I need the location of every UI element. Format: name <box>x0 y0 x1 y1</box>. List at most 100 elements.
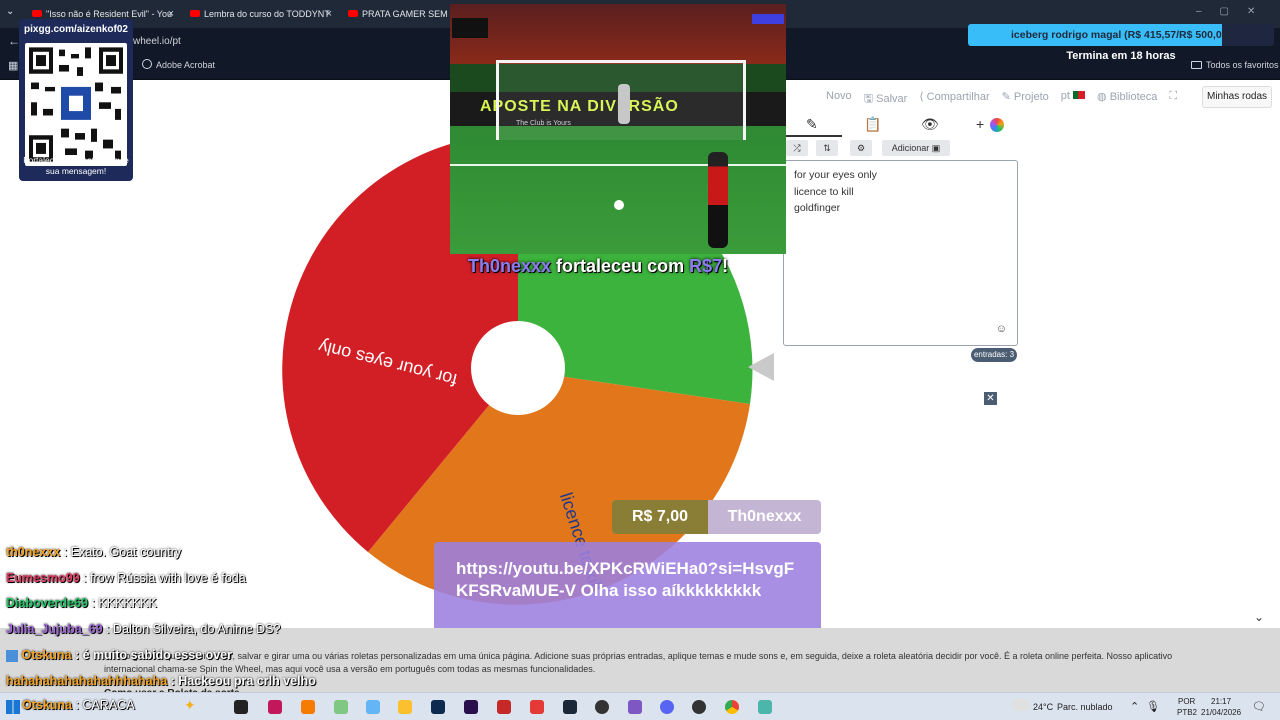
acrobat-icon[interactable] <box>497 700 511 714</box>
obs-icon[interactable] <box>595 700 609 714</box>
clock-time[interactable]: 21:17 <box>1211 697 1231 706</box>
entries-count-badge: entradas: 3 <box>971 348 1017 362</box>
chat-user: Otskuna <box>21 648 72 662</box>
qr-caption: Fortaleça no donate e envie sua mensagem… <box>23 155 129 176</box>
start-icon[interactable] <box>6 700 20 714</box>
stadium-crowd <box>450 4 786 64</box>
bookmark-adobe[interactable]: Adobe Acrobat <box>156 60 215 70</box>
page-description: …tório gratuito que permite criar, salva… <box>104 651 1173 674</box>
library-button[interactable]: ◍ Biblioteca <box>1097 90 1157 109</box>
clipboard-icon[interactable]: 📋 <box>864 116 881 133</box>
copilot-icon[interactable]: ✦ <box>184 697 196 714</box>
folder-icon <box>1191 61 1202 69</box>
chat-message: Julia_Jujuba_69 : Dalton Silveira, do An… <box>6 622 281 636</box>
chat-user: Julia_Jujuba_69 <box>6 622 103 636</box>
keyboard-layout[interactable]: PTB2 <box>1177 708 1197 717</box>
language-button[interactable]: pt <box>1061 90 1086 109</box>
wheel-pointer <box>748 353 774 381</box>
browser-tab[interactable]: Lembra do curso do TODDYNT × <box>188 4 336 24</box>
weather-desc[interactable]: Parc. nublado <box>1057 702 1113 712</box>
chat-message: hahahahahahahahhhahaha : Hackeou pra crl… <box>6 674 316 688</box>
wheel-toolbar: Novo 🖫 Salvar ⟨ Compartilhar ✎ Projeto p… <box>826 90 1177 109</box>
settings-icon[interactable]: ⚙ <box>850 140 872 156</box>
player <box>708 152 728 248</box>
alert-amount: R$ 7,00 <box>612 500 708 534</box>
notifications-icon[interactable]: 🗨 <box>1252 700 1266 713</box>
share-button[interactable]: ⟨ Compartilhar <box>919 90 989 109</box>
hud-indicator <box>752 14 784 24</box>
folder-icon[interactable] <box>398 700 412 714</box>
plus-icon[interactable]: + <box>976 116 984 132</box>
clock-date[interactable]: 21/04/2026 <box>1201 708 1241 717</box>
browser-tab[interactable]: PRATA GAMER SEM LIM <box>346 4 450 24</box>
weather-icon <box>1012 699 1030 711</box>
scroll-down-icon[interactable]: ⌄ <box>1254 610 1264 624</box>
language-code[interactable]: POR <box>1178 697 1195 706</box>
entries-tabs: ✎ 📋 👁 + <box>786 114 1018 136</box>
close-tab-icon[interactable]: × <box>168 4 174 24</box>
app-icon[interactable] <box>334 700 348 714</box>
chrome-icon[interactable] <box>725 700 739 714</box>
weather-temp[interactable]: 24°C <box>1033 702 1053 712</box>
shuffle-button[interactable]: ⤮ <box>786 140 808 156</box>
chat-user: hahahahahahahahhhahaha <box>6 674 168 688</box>
my-wheels-button[interactable]: Minhas rodas <box>1202 86 1272 108</box>
photoshop-icon[interactable] <box>431 700 445 714</box>
wheel-center-hub <box>471 321 565 415</box>
close-icon[interactable]: ✕ <box>984 392 997 405</box>
youtube-icon <box>32 10 42 17</box>
eye-slash-icon[interactable]: 👁 <box>921 116 939 133</box>
windows-taskbar: Otskuna : CARACA ✦ 24°C Parc. nublado ⌃ … <box>0 692 1280 720</box>
app-icon[interactable] <box>234 700 248 714</box>
premiere-icon[interactable] <box>464 700 478 714</box>
project-button[interactable]: ✎ Projeto <box>1002 90 1049 109</box>
qr-code-image <box>25 43 127 166</box>
tray-chevron-icon[interactable]: ⌃ <box>1130 700 1139 713</box>
donation-notice: Th0nexxx fortaleceu com R$7! <box>468 256 729 276</box>
chat-badge-icon <box>6 649 18 662</box>
apps-icon[interactable]: ▦ <box>8 59 18 72</box>
emoji-icon[interactable]: ☺ <box>996 321 1007 338</box>
chat-user: Eumesmo99 <box>6 571 80 585</box>
app-icon[interactable] <box>366 700 380 714</box>
app-icon[interactable] <box>530 700 544 714</box>
goal-ends-text: Termina em 18 horas <box>1066 50 1176 62</box>
chat-user: th0nexxx <box>6 545 61 559</box>
pitch <box>450 126 786 254</box>
alert-donor-name: Th0nexxx <box>727 508 802 525</box>
url-text[interactable]: wheel.io/pt <box>133 36 181 47</box>
new-button[interactable]: Novo <box>826 90 852 109</box>
fullscreen-icon[interactable]: ⛶ <box>1169 90 1177 109</box>
discord-icon[interactable] <box>660 700 674 714</box>
donation-qr-card: pixgg.com/aizenkof02 Fortaleça no donate… <box>19 19 133 181</box>
portugal-flag-icon <box>1073 91 1086 99</box>
tab-list-chevron-icon[interactable]: ⌄ <box>6 6 14 17</box>
window-controls[interactable]: –▢✕ <box>1196 6 1273 17</box>
app-icon[interactable] <box>268 700 282 714</box>
penalty-line <box>450 164 786 166</box>
goalkeeper <box>618 84 630 124</box>
app-icon[interactable] <box>758 700 772 714</box>
youtube-icon <box>190 10 200 17</box>
app-icon[interactable] <box>628 700 642 714</box>
color-wheel-icon[interactable] <box>990 118 1004 132</box>
steam-icon[interactable] <box>563 700 577 714</box>
game-video: APOSTE NA DIVERSÃO The Club is Yours <box>450 4 786 254</box>
goal-text: iceberg rodrigo magal (R$ 415,57/R$ 500,… <box>1010 29 1231 41</box>
qr-url: pixgg.com/aizenkof02 <box>24 24 128 35</box>
save-button[interactable]: 🖫 Salvar <box>864 90 908 109</box>
mic-icon[interactable]: 🎙 <box>1146 700 1160 713</box>
app-icon[interactable] <box>692 700 706 714</box>
donation-goal-bar: iceberg rodrigo magal (R$ 415,57/R$ 500,… <box>968 24 1274 46</box>
pencil-icon[interactable]: ✎ <box>806 116 818 133</box>
close-tab-icon[interactable]: × <box>326 4 332 24</box>
chat-message: Diaboverde69 : KKKKKKK <box>6 596 157 610</box>
alert-message: https://youtu.be/XPKcRWiEHa0?si=HsvgFKFS… <box>434 542 821 642</box>
entries-textarea[interactable]: for your eyes only licence to kill goldf… <box>783 160 1018 346</box>
sort-button[interactable]: ⇅ <box>816 140 838 156</box>
donation-alert: R$ 7,00 Th0nexxx <box>612 500 821 534</box>
adobe-icon <box>142 59 152 69</box>
add-image-button[interactable]: Adicionar ▣ <box>882 140 950 156</box>
app-icon[interactable] <box>301 700 315 714</box>
entry-line: licence to kill <box>794 185 854 198</box>
